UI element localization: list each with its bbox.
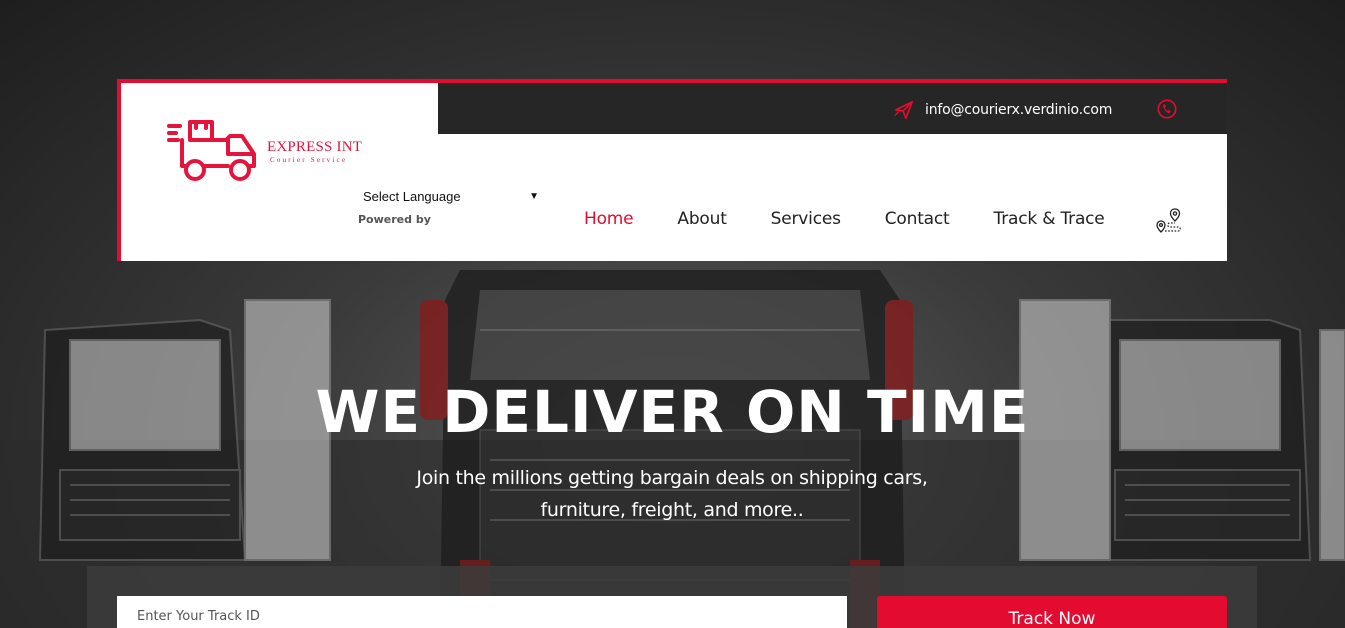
email-link[interactable]: info@courierx.verdinio.com — [925, 102, 1112, 118]
chevron-down-icon: ▼ — [529, 190, 539, 202]
nav-item-track-trace[interactable]: Track & Trace — [994, 209, 1105, 229]
track-id-input[interactable] — [117, 596, 847, 628]
nav-item-contact[interactable]: Contact — [885, 209, 950, 229]
phone-icon[interactable] — [1156, 98, 1178, 120]
language-select-label: Select Language — [363, 188, 461, 204]
main-nav: Home About Services Contact Track & Trac… — [584, 209, 1149, 229]
nav-item-home[interactable]: Home — [584, 209, 634, 229]
top-bar: info@courierx.verdinio.com — [438, 83, 1227, 134]
track-now-button[interactable]: Track Now — [877, 596, 1227, 628]
hero-subtitle-line-1: Join the millions getting bargain deals … — [416, 467, 928, 489]
map-pin-icon[interactable] — [1154, 207, 1184, 237]
header-card: info@courierx.verdinio.com EXPRESS INT C… — [117, 79, 1227, 261]
nav-item-services[interactable]: Services — [771, 209, 841, 229]
language-select[interactable]: Select Language ▼ — [358, 185, 543, 207]
hero-subtitle-line-2: furniture, freight, and more.. — [540, 499, 804, 521]
delivery-truck-logo-icon[interactable] — [166, 120, 258, 182]
nav-item-about[interactable]: About — [677, 209, 726, 229]
send-icon — [894, 100, 914, 120]
email-contact[interactable]: info@courierx.verdinio.com — [893, 99, 1112, 121]
hero-subtitle: Join the millions getting bargain deals … — [372, 462, 972, 526]
logo-title: EXPRESS INT — [267, 139, 363, 155]
logo-subtitle: Courier Service — [270, 156, 348, 164]
hero-title: WE DELIVER ON TIME — [315, 378, 1030, 446]
powered-by-label: Powered by — [358, 213, 431, 226]
